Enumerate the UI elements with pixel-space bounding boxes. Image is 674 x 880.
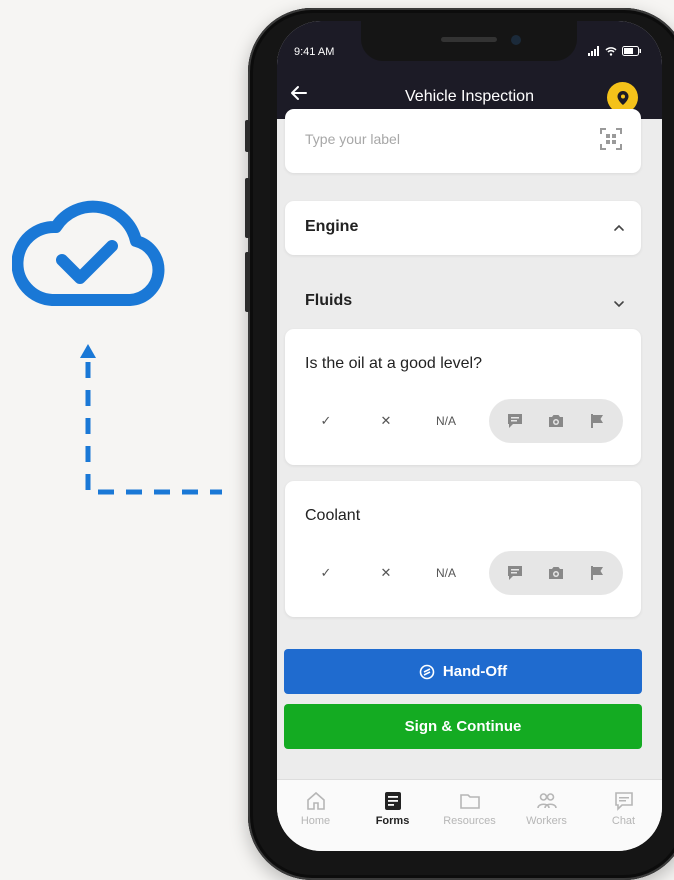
phone-side-button — [245, 120, 250, 152]
page-title: Vehicle Inspection — [405, 88, 534, 105]
flag-icon[interactable] — [586, 562, 608, 584]
question-tools — [489, 399, 623, 443]
chevron-up-icon[interactable] — [611, 220, 627, 236]
phone-side-button — [245, 178, 250, 238]
cloud-sync-icon — [12, 200, 165, 306]
wifi-icon — [605, 47, 617, 56]
answer-yes-button[interactable]: ✓ — [303, 399, 349, 443]
battery-icon — [622, 46, 641, 56]
tab-label: Chat — [611, 815, 636, 827]
phone-speaker — [441, 37, 497, 42]
tab-home[interactable]: Home — [277, 780, 354, 851]
app-header: 9:41 AM Vehicle Inspection — [277, 21, 662, 119]
chevron-down-icon[interactable] — [611, 296, 627, 312]
question-text: Coolant — [305, 507, 361, 524]
tab-label: Home — [300, 815, 331, 827]
label-input-card[interactable]: Type your label — [285, 109, 641, 173]
hand-off-label: Hand-Off — [442, 663, 508, 680]
hand-off-icon — [419, 664, 435, 679]
answer-yes-button[interactable]: ✓ — [303, 551, 349, 595]
comment-icon[interactable] — [504, 562, 526, 584]
forms-icon — [384, 792, 401, 810]
map-pin-icon — [617, 90, 628, 105]
status-time: 9:41 AM — [294, 46, 335, 58]
question-card: Coolant ✓ ✕ N/A — [285, 481, 641, 617]
tab-forms[interactable]: Forms — [354, 780, 431, 851]
question-card: Is the oil at a good level? ✓ ✕ N/A — [285, 329, 641, 465]
qr-scan-icon[interactable] — [599, 127, 623, 151]
tab-label: Resources — [443, 815, 496, 827]
phone-screen: 9:41 AM Vehicle Inspection Type your lab… — [277, 21, 662, 851]
hand-off-button[interactable]: Hand-Off — [284, 649, 642, 694]
answer-no-button[interactable]: ✕ — [363, 399, 409, 443]
engine-section[interactable]: Engine — [285, 201, 641, 255]
tab-resources[interactable]: Resources — [431, 780, 508, 851]
answer-no-button[interactable]: ✕ — [363, 551, 409, 595]
label-input[interactable]: Type your label — [305, 131, 400, 147]
signal-icon — [588, 46, 599, 56]
sign-continue-label: Sign & Continue — [404, 718, 522, 735]
flag-icon[interactable] — [586, 410, 608, 432]
question-tools — [489, 551, 623, 595]
status-icons — [588, 45, 642, 57]
chat-icon — [614, 792, 633, 811]
sync-connector-arrow — [80, 344, 222, 495]
fluids-section-title: Fluids — [305, 292, 353, 309]
phone-camera — [511, 35, 521, 45]
tab-workers[interactable]: Workers — [508, 780, 585, 851]
home-icon — [306, 791, 325, 810]
bottom-tab-bar: Home Forms Resources Workers Chat — [277, 779, 662, 851]
form-content: Type your label Engine Fluids Is the oil… — [277, 109, 662, 779]
camera-icon[interactable] — [545, 410, 567, 432]
camera-icon[interactable] — [545, 562, 567, 584]
folder-icon — [459, 794, 480, 809]
phone-side-button — [245, 252, 250, 312]
comment-icon[interactable] — [504, 410, 526, 432]
workers-icon — [536, 793, 557, 809]
tab-chat[interactable]: Chat — [585, 780, 662, 851]
question-text: Is the oil at a good level? — [305, 355, 483, 372]
tab-label: Workers — [526, 815, 567, 827]
phone-notch — [361, 21, 577, 61]
answer-na-button[interactable]: N/A — [423, 551, 469, 595]
answer-na-button[interactable]: N/A — [423, 399, 469, 443]
tab-label: Forms — [375, 815, 410, 827]
sign-continue-button[interactable]: Sign & Continue — [284, 704, 642, 749]
engine-section-title: Engine — [305, 218, 359, 235]
fluids-section-header[interactable]: Fluids — [285, 287, 641, 321]
